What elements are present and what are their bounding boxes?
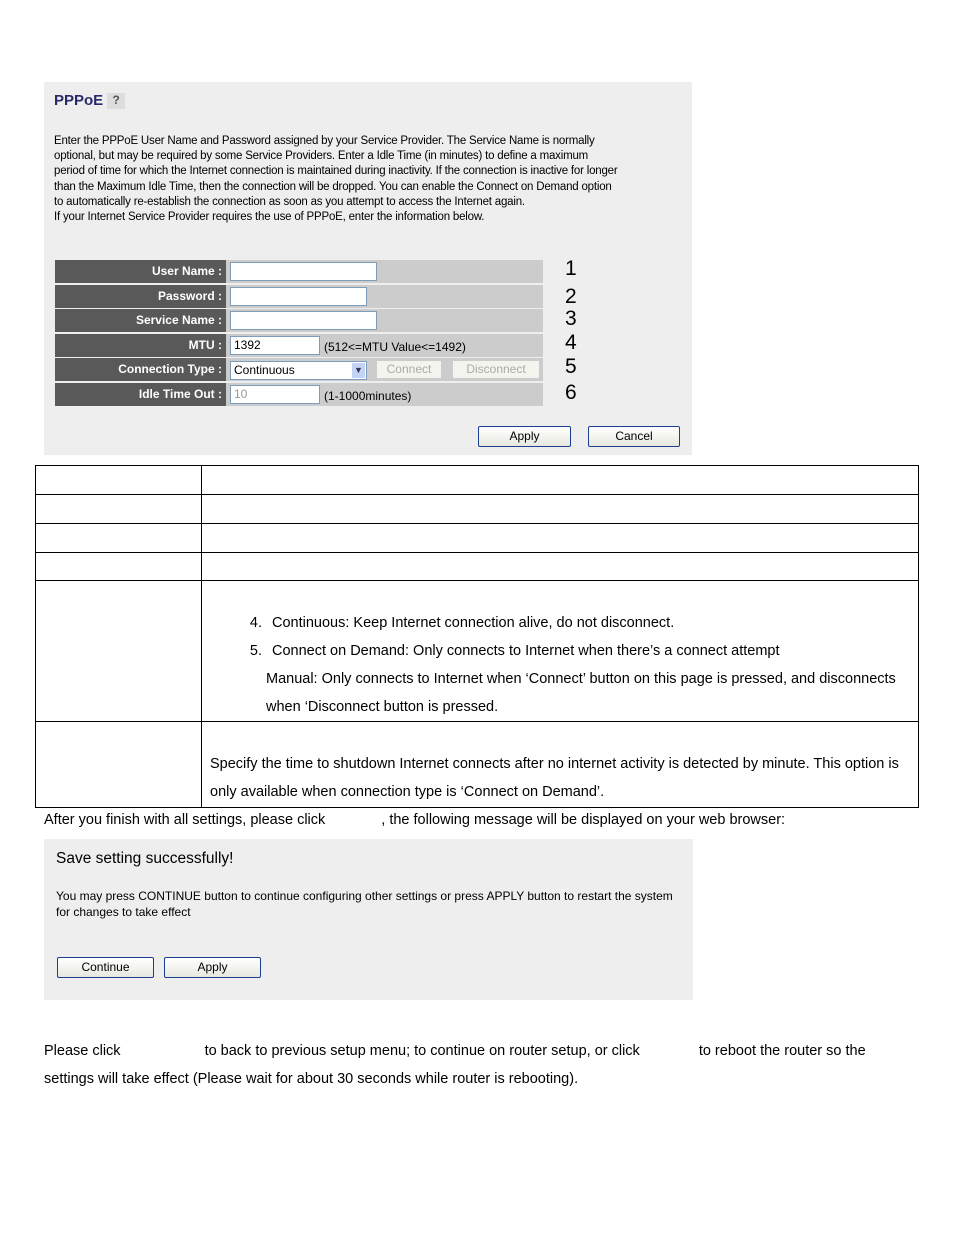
final-text: Please click to back to previous setup me… — [44, 1043, 866, 1087]
save-success-panel: Save setting successfully! You may press… — [44, 839, 693, 1000]
row-password: Password :2 — [55, 285, 577, 308]
disconnect-button[interactable]: Disconnect — [452, 360, 540, 379]
row-connection-type: Connection Type : Continuous ▼ Connect Disco… — [55, 355, 577, 381]
user-name-input[interactable] — [230, 262, 377, 281]
mtu-input[interactable]: 1392 — [230, 336, 320, 355]
password-input[interactable] — [230, 287, 367, 306]
connect-button[interactable]: Connect — [376, 360, 442, 379]
help-icon[interactable]: ? — [107, 93, 126, 110]
pppoe-description: Enter the PPPoE User Name and Password a… — [54, 135, 618, 224]
apply-button-2[interactable]: Apply — [164, 957, 261, 978]
row-service-name: Service Name :3 — [55, 307, 577, 332]
service-name-input[interactable] — [230, 311, 377, 330]
cancel-button[interactable]: Cancel — [588, 426, 680, 447]
connection-type-select[interactable]: Continuous ▼ — [230, 361, 367, 380]
apply-button[interactable]: Apply — [478, 426, 571, 447]
row-user-name: User Name :1 — [55, 257, 577, 283]
pppoe-panel: PPPoE? Enter the PPPoE User Name and Pas… — [44, 82, 692, 455]
idle-time-input[interactable]: 10 — [230, 385, 320, 404]
save-message: You may press CONTINUE button to continu… — [56, 889, 673, 919]
row-mtu: MTU :1392 (512<=MTU Value<=1492) 4 — [55, 331, 577, 357]
settings-table: Continuous: Keep Internet connection ali… — [35, 465, 919, 808]
pppoe-title: PPPoE? — [54, 92, 126, 110]
save-title: Save setting successfully! — [56, 850, 234, 867]
continue-button[interactable]: Continue — [57, 957, 154, 978]
after-text: After you finish with all settings, plea… — [44, 812, 786, 828]
row-idle-time: Idle Time Out :10 (1-1000minutes) 6 — [55, 381, 577, 406]
chevron-down-icon[interactable]: ▼ — [352, 363, 365, 378]
